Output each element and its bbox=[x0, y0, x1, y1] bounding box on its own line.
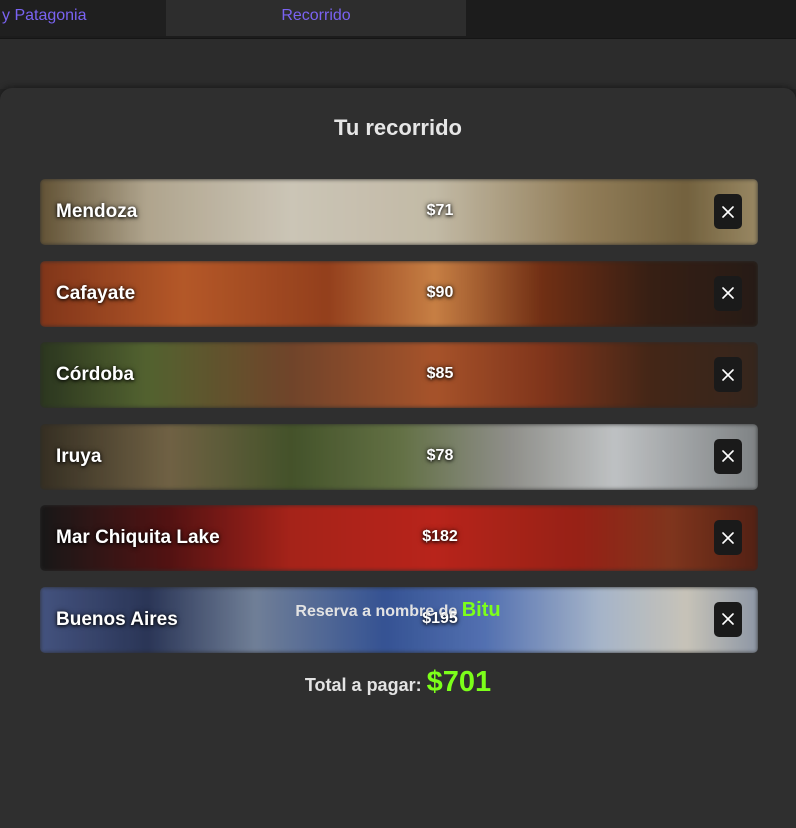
close-icon bbox=[722, 287, 734, 299]
panel-title: Tu recorrido bbox=[334, 115, 462, 140]
trip-list: Mendoza $71 Cafayate $90 Córdoba $85 Iru… bbox=[40, 179, 758, 669]
total-amount: $701 bbox=[426, 666, 492, 698]
remove-button[interactable] bbox=[714, 194, 742, 229]
destination-price: $71 bbox=[426, 202, 454, 219]
destination-name: Cafayate bbox=[56, 282, 136, 304]
remove-button[interactable] bbox=[714, 520, 742, 556]
destination-name: Mar Chiquita Lake bbox=[56, 527, 220, 549]
top-tab-bar: y Patagonia Recorrido bbox=[0, 0, 796, 39]
destination-price: $85 bbox=[426, 365, 454, 383]
close-icon bbox=[722, 532, 734, 544]
destination-price: $90 bbox=[426, 283, 454, 301]
trip-panel: Tu recorrido Mendoza $71 Cafayate $90 Có… bbox=[0, 88, 796, 828]
destination-name: Mendoza bbox=[56, 201, 138, 222]
close-icon bbox=[722, 205, 734, 218]
close-icon bbox=[722, 368, 734, 381]
reservation-line: Reserva a nombre de Bitu bbox=[0, 599, 796, 622]
destination-price: $182 bbox=[422, 528, 458, 546]
trip-row-mar-chiquita-lake: Mar Chiquita Lake $182 bbox=[40, 505, 758, 572]
trip-row-cordoba: Córdoba $85 bbox=[40, 342, 758, 409]
destination-name: Córdoba bbox=[56, 364, 135, 386]
remove-button[interactable] bbox=[714, 357, 742, 393]
trip-row-cafayate: Cafayate $90 bbox=[40, 260, 758, 327]
trip-row-mendoza: Mendoza $71 bbox=[40, 179, 758, 245]
tab-patagonia[interactable]: y Patagonia bbox=[0, 0, 166, 36]
backdrop-strip bbox=[0, 39, 796, 89]
total-line: Total a pagar: $701 bbox=[0, 666, 796, 699]
reservation-name: Bitu bbox=[461, 599, 501, 621]
close-icon bbox=[722, 450, 734, 463]
total-label: Total a pagar: bbox=[304, 675, 422, 695]
destination-name: Iruya bbox=[56, 445, 102, 467]
tab-recorrido[interactable]: Recorrido bbox=[166, 0, 466, 36]
remove-button[interactable] bbox=[714, 275, 742, 311]
reservation-prefix: Reserva a nombre de bbox=[295, 603, 458, 620]
trip-row-iruya: Iruya $78 bbox=[40, 423, 758, 490]
remove-button[interactable] bbox=[714, 438, 742, 474]
destination-price: $78 bbox=[426, 446, 454, 464]
